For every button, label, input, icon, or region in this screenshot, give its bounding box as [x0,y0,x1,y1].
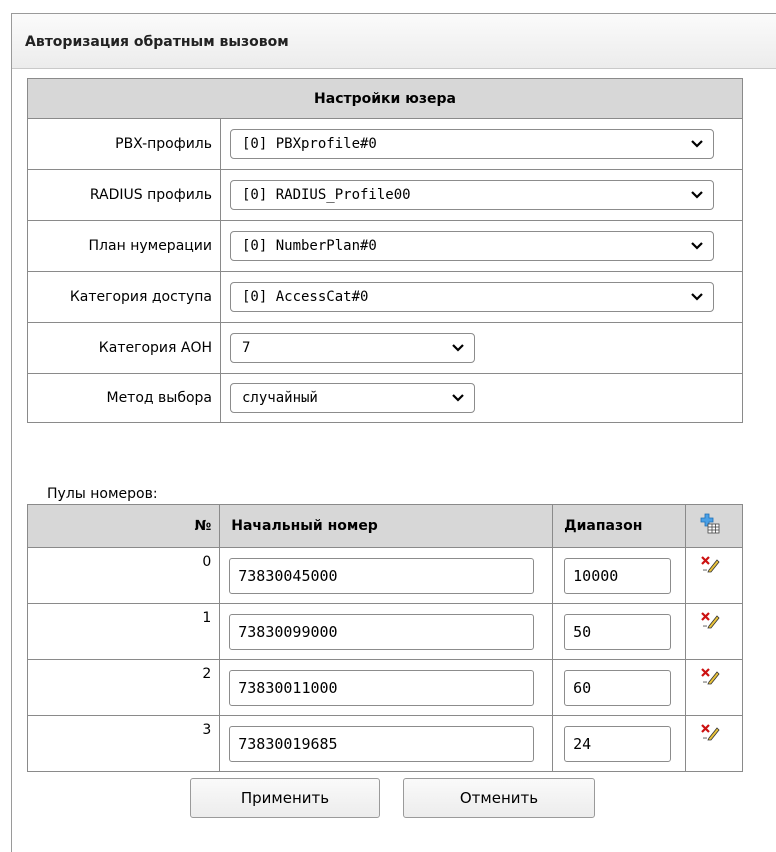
number-plan-select[interactable]: [0] NumberPlan#0 [230,231,714,261]
add-row-icon[interactable] [700,513,720,535]
start-number-input[interactable] [229,614,535,650]
start-number-input[interactable] [229,558,535,594]
row-number: 0 [26,547,221,604]
access-category-select[interactable]: [0] AccessCat#0 [230,282,714,312]
delete-edit-icon[interactable] [700,667,722,685]
selection-method-select[interactable]: случайный [230,383,475,413]
aon-category-label: Категория АОН [27,322,221,374]
chevron-down-icon [691,293,703,301]
access-category-label: Категория доступа [27,271,221,323]
range-input[interactable] [564,726,672,762]
table-row: 0 [26,547,743,604]
number-pools-table: № Начальный номер Диапазон 0 1 [26,504,743,772]
range-input[interactable] [564,614,672,650]
cancel-button[interactable]: Отменить [403,778,595,818]
chevron-down-icon [691,242,703,250]
chevron-down-icon [452,394,464,402]
panel-title: Авторизация обратным вызовом [25,34,289,50]
range-input[interactable] [564,558,672,594]
start-number-input[interactable] [229,670,535,706]
start-number-input[interactable] [229,726,535,762]
delete-edit-icon[interactable] [700,723,722,741]
radius-profile-select[interactable]: [0] RADIUS_Profile00 [230,180,714,210]
aon-category-select[interactable]: 7 [230,333,475,363]
column-header-number: № [26,504,221,548]
table-row: 2 [26,659,743,716]
settings-header: Настройки юзера [27,78,743,119]
chevron-down-icon [691,191,703,199]
range-input[interactable] [564,670,672,706]
user-settings-table: Настройки юзера PBX-профиль [0] PBXprofi… [27,78,743,423]
table-row: 3 [26,715,743,772]
column-header-start-number: Начальный номер [219,504,554,548]
delete-edit-icon[interactable] [700,555,722,573]
apply-button[interactable]: Применить [190,778,380,818]
pbx-profile-select[interactable]: [0] PBXprofile#0 [230,129,714,159]
chevron-down-icon [452,344,464,352]
column-header-range: Диапазон [552,504,687,548]
table-row: 1 [26,603,743,660]
pbx-profile-label: PBX-профиль [27,118,221,170]
radius-profile-label: RADIUS профиль [27,169,221,221]
row-number: 2 [26,659,221,716]
row-number: 3 [26,715,221,772]
row-number: 1 [26,603,221,660]
panel-header: Авторизация обратным вызовом [12,14,776,69]
number-plan-label: План нумерации [27,220,221,272]
number-pools-label: Пулы номеров: [47,486,158,502]
selection-method-label: Метод выбора [27,373,221,423]
chevron-down-icon [691,140,703,148]
delete-edit-icon[interactable] [700,611,722,629]
